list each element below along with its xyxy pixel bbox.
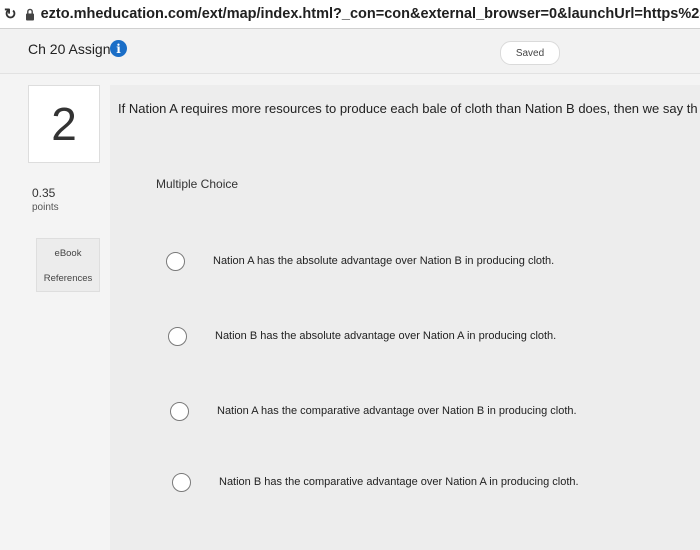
- assignment-header: Ch 20 Assign i Saved: [0, 29, 700, 74]
- assignment-title: Ch 20 Assign: [28, 41, 111, 57]
- answer-option-3[interactable]: Nation A has the comparative advantage o…: [170, 398, 577, 424]
- question-number: 2: [28, 85, 100, 163]
- answer-option-1[interactable]: Nation A has the absolute advantage over…: [166, 248, 554, 274]
- radio-button[interactable]: [170, 401, 189, 421]
- radio-button[interactable]: [166, 251, 185, 271]
- lock-icon: [25, 8, 35, 21]
- browser-address-bar[interactable]: ↻ ezto.mheducation.com/ext/map/index.htm…: [0, 0, 700, 29]
- radio-button[interactable]: [172, 472, 191, 492]
- answer-option-4[interactable]: Nation B has the comparative advantage o…: [172, 469, 579, 495]
- ebook-link[interactable]: eBook: [37, 248, 99, 259]
- answer-option-label: Nation B has the absolute advantage over…: [215, 330, 557, 342]
- points-label: points: [32, 202, 59, 213]
- radio-button[interactable]: [168, 326, 187, 346]
- reload-icon[interactable]: ↻: [4, 5, 17, 23]
- answer-option-label: Nation A has the comparative advantage o…: [217, 405, 577, 417]
- answer-option-label: Nation B has the comparative advantage o…: [219, 476, 579, 488]
- resources-panel: eBook References: [36, 238, 100, 292]
- question-text: If Nation A requires more resources to p…: [118, 101, 698, 116]
- references-link[interactable]: References: [37, 273, 99, 284]
- saved-status-badge: Saved: [500, 41, 560, 65]
- answer-option-2[interactable]: Nation B has the absolute advantage over…: [168, 323, 556, 349]
- question-type-label: Multiple Choice: [156, 177, 239, 191]
- answer-option-label: Nation A has the absolute advantage over…: [213, 255, 555, 267]
- points-value: 0.35: [32, 186, 56, 200]
- info-icon[interactable]: i: [110, 40, 127, 57]
- url-text[interactable]: ezto.mheducation.com/ext/map/index.html?…: [41, 6, 700, 22]
